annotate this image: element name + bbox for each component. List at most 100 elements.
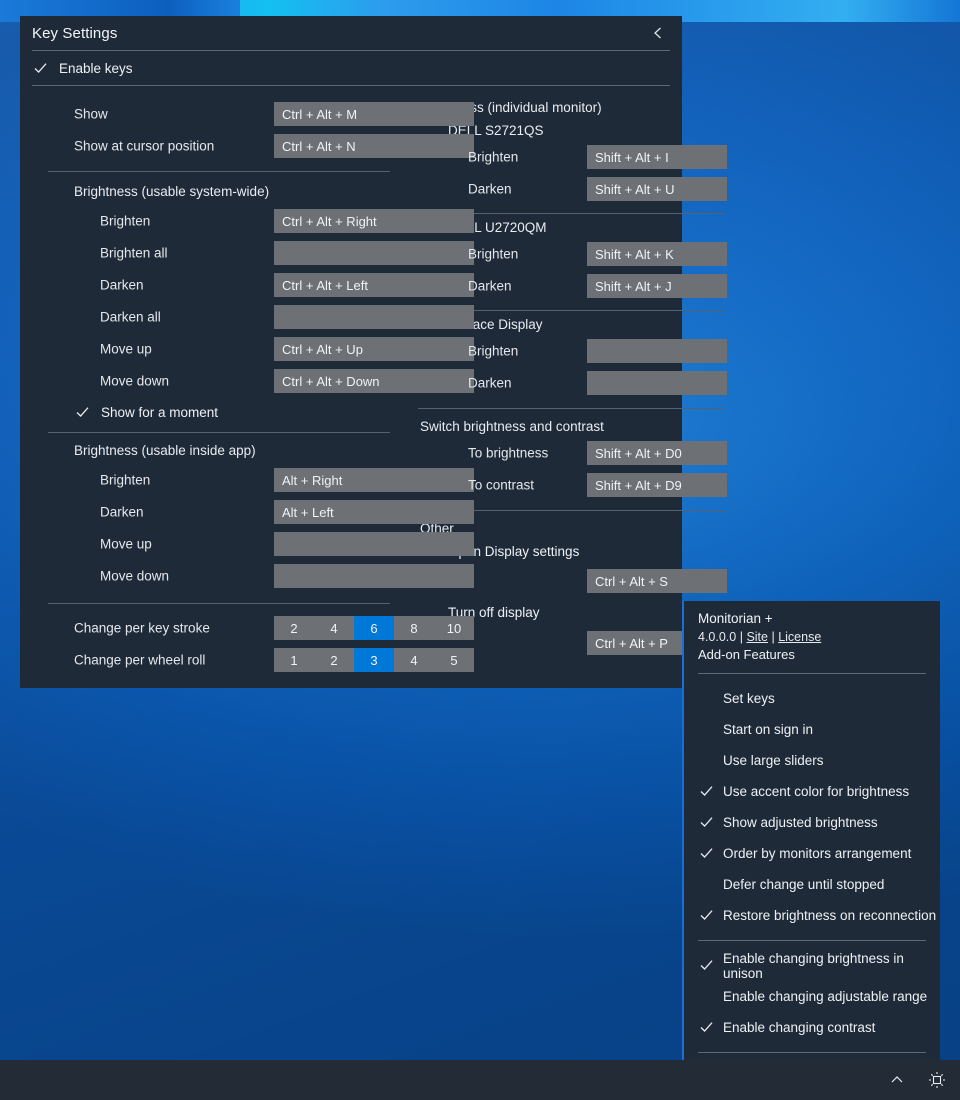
- stepper-value-wrap: 1 2 3 4 5: [274, 648, 474, 672]
- stepper-option-selected[interactable]: 6: [354, 616, 394, 640]
- check-icon: [698, 846, 714, 862]
- shortcut-input-sw-brighten-all[interactable]: [274, 241, 474, 265]
- section-title-system-wide: Brightness (usable system-wide): [20, 178, 418, 205]
- stepper-option[interactable]: 10: [434, 616, 474, 640]
- menu-item-show-adjusted-brightness[interactable]: Show adjusted brightness: [684, 807, 940, 838]
- shortcut-label: Show at cursor position: [74, 139, 214, 154]
- shortcut-value-wrap: Shift + Alt + D0: [587, 441, 727, 465]
- shortcut-row-show: Show Ctrl + Alt + M: [74, 98, 418, 130]
- shortcut-input-m2-brighten[interactable]: [587, 339, 727, 363]
- stepper-option-selected[interactable]: 3: [354, 648, 394, 672]
- inside-app-rows: Brighten Alt + Right Darken Alt + Left M…: [20, 464, 418, 592]
- menu-item-use-accent-color[interactable]: Use accent color for brightness: [684, 776, 940, 807]
- shortcut-value-wrap: [274, 564, 474, 588]
- stepper-option[interactable]: 4: [314, 616, 354, 640]
- shortcut-row-to-contrast: To contrast Shift + Alt + D9: [468, 469, 727, 501]
- license-link[interactable]: License: [778, 630, 821, 644]
- shortcut-input-sw-move-up[interactable]: Ctrl + Alt + Up: [274, 337, 474, 361]
- site-link[interactable]: Site: [746, 630, 768, 644]
- shortcut-label: To brightness: [468, 446, 548, 461]
- menu-divider-3: [698, 1052, 926, 1053]
- menu-item-label: Order by monitors arrangement: [723, 846, 911, 861]
- shortcut-value-wrap: Shift + Alt + D9: [587, 473, 727, 497]
- shortcut-row-app-move-down: Move down: [100, 560, 418, 592]
- menu-item-enable-changing-contrast[interactable]: Enable changing contrast: [684, 1012, 940, 1043]
- monitorian-menu-header: Monitorian + 4.0.0.0 | Site | License Ad…: [684, 610, 940, 664]
- shortcut-row-app-darken: Darken Alt + Left: [100, 496, 418, 528]
- chevron-left-icon[interactable]: [644, 20, 672, 46]
- shortcut-input-m0-darken[interactable]: Shift + Alt + U: [587, 177, 727, 201]
- shortcut-input-sw-brighten[interactable]: Ctrl + Alt + Right: [274, 209, 474, 233]
- shortcut-input-sw-darken[interactable]: Ctrl + Alt + Left: [274, 273, 474, 297]
- monitorian-context-menu: Monitorian + 4.0.0.0 | Site | License Ad…: [682, 601, 940, 1068]
- menu-item-order-by-monitors-arrangement[interactable]: Order by monitors arrangement: [684, 838, 940, 869]
- shortcut-label: Darken: [100, 505, 144, 520]
- menu-item-label: Enable changing contrast: [723, 1020, 875, 1035]
- stepper-wheel-roll[interactable]: 1 2 3 4 5: [274, 648, 474, 672]
- enable-keys-toggle[interactable]: Enable keys: [20, 51, 682, 85]
- shortcut-input-m1-darken[interactable]: Shift + Alt + J: [587, 274, 727, 298]
- stepper-option[interactable]: 1: [274, 648, 314, 672]
- right-divider-3: [418, 408, 725, 409]
- menu-item-enable-changing-brightness-in-unison[interactable]: Enable changing brightness in unison: [684, 950, 940, 981]
- stepper-option[interactable]: 2: [274, 616, 314, 640]
- menu-item-label: Set keys: [723, 691, 775, 706]
- stepper-option[interactable]: 5: [434, 648, 474, 672]
- menu-item-defer-change-until-stopped[interactable]: Defer change until stopped: [684, 869, 940, 900]
- check-icon: [74, 404, 91, 421]
- shortcut-input-sw-move-down[interactable]: Ctrl + Alt + Down: [274, 369, 474, 393]
- shortcut-value-wrap: [587, 339, 727, 363]
- menu-item-use-large-sliders[interactable]: Use large sliders: [684, 745, 940, 776]
- shortcut-input-app-move-down[interactable]: [274, 564, 474, 588]
- section-title-switch: Switch brightness and contrast: [418, 413, 727, 437]
- brightness-icon[interactable]: [924, 1067, 950, 1093]
- shortcut-value-wrap: Ctrl + Alt + Right: [274, 209, 474, 233]
- shortcut-input-show-at-cursor[interactable]: Ctrl + Alt + N: [274, 134, 474, 158]
- shortcut-input-m2-darken[interactable]: [587, 371, 727, 395]
- shortcut-input-m1-brighten[interactable]: Shift + Alt + K: [587, 242, 727, 266]
- stepper-option[interactable]: 8: [394, 616, 434, 640]
- shortcut-input-sw-darken-all[interactable]: [274, 305, 474, 329]
- stepper-option[interactable]: 2: [314, 648, 354, 672]
- right-divider-1: [448, 213, 725, 214]
- key-settings-window: Key Settings Enable keys Show Ctrl + Alt…: [20, 16, 682, 688]
- chevron-up-icon[interactable]: [884, 1067, 910, 1093]
- menu-item-enable-changing-adjustable-range[interactable]: Enable changing adjustable range: [684, 981, 940, 1012]
- shortcut-label: To contrast: [468, 478, 534, 493]
- menu-item-label: Restore brightness on reconnection: [723, 908, 936, 923]
- app-name: Monitorian +: [698, 610, 926, 628]
- menu-item-set-keys[interactable]: Set keys: [684, 683, 940, 714]
- shortcut-input-to-brightness[interactable]: Shift + Alt + D0: [587, 441, 727, 465]
- shortcut-input-to-contrast[interactable]: Shift + Alt + D9: [587, 473, 727, 497]
- left-divider-2: [48, 432, 390, 433]
- shortcut-row-m1-brighten: Brighten Shift + Alt + K: [468, 238, 727, 270]
- stepper-option[interactable]: 4: [394, 648, 434, 672]
- show-for-a-moment-toggle[interactable]: Show for a moment: [20, 397, 418, 427]
- shortcut-value-wrap: Alt + Left: [274, 500, 474, 524]
- shortcut-input-m0-brighten[interactable]: Shift + Alt + I: [587, 145, 727, 169]
- version-row: 4.0.0.0 | Site | License: [698, 628, 926, 646]
- menu-item-label: Use accent color for brightness: [723, 784, 909, 799]
- show-for-a-moment-label: Show for a moment: [101, 405, 218, 420]
- shortcut-input-open-display-settings[interactable]: Ctrl + Alt + S: [587, 569, 727, 593]
- enable-keys-label: Enable keys: [59, 61, 133, 76]
- menu-divider-2: [698, 940, 926, 941]
- page-title: Key Settings: [32, 25, 117, 42]
- check-icon: [698, 958, 714, 974]
- shortcut-value-wrap: Shift + Alt + U: [587, 177, 727, 201]
- check-icon: [698, 815, 714, 831]
- shortcut-value-wrap: Ctrl + Alt + Up: [274, 337, 474, 361]
- menu-item-restore-brightness-on-reconnection[interactable]: Restore brightness on reconnection: [684, 900, 940, 931]
- shortcut-input-app-brighten[interactable]: Alt + Right: [274, 468, 474, 492]
- menu-item-label: Defer change until stopped: [723, 877, 884, 892]
- left-column: Show Ctrl + Alt + M Show at cursor posit…: [20, 86, 418, 689]
- shortcut-input-show[interactable]: Ctrl + Alt + M: [274, 102, 474, 126]
- stepper-key-stroke[interactable]: 2 4 6 8 10: [274, 616, 474, 640]
- right-divider-2: [448, 310, 725, 311]
- shortcut-row-brighten-all: Brighten all: [100, 237, 418, 269]
- shortcut-input-app-move-up[interactable]: [274, 532, 474, 556]
- shortcut-row-m0-brighten: Brighten Shift + Alt + I: [468, 141, 727, 173]
- shortcut-value-wrap: Shift + Alt + I: [587, 145, 727, 169]
- menu-item-start-on-sign-in[interactable]: Start on sign in: [684, 714, 940, 745]
- shortcut-input-app-darken[interactable]: Alt + Left: [274, 500, 474, 524]
